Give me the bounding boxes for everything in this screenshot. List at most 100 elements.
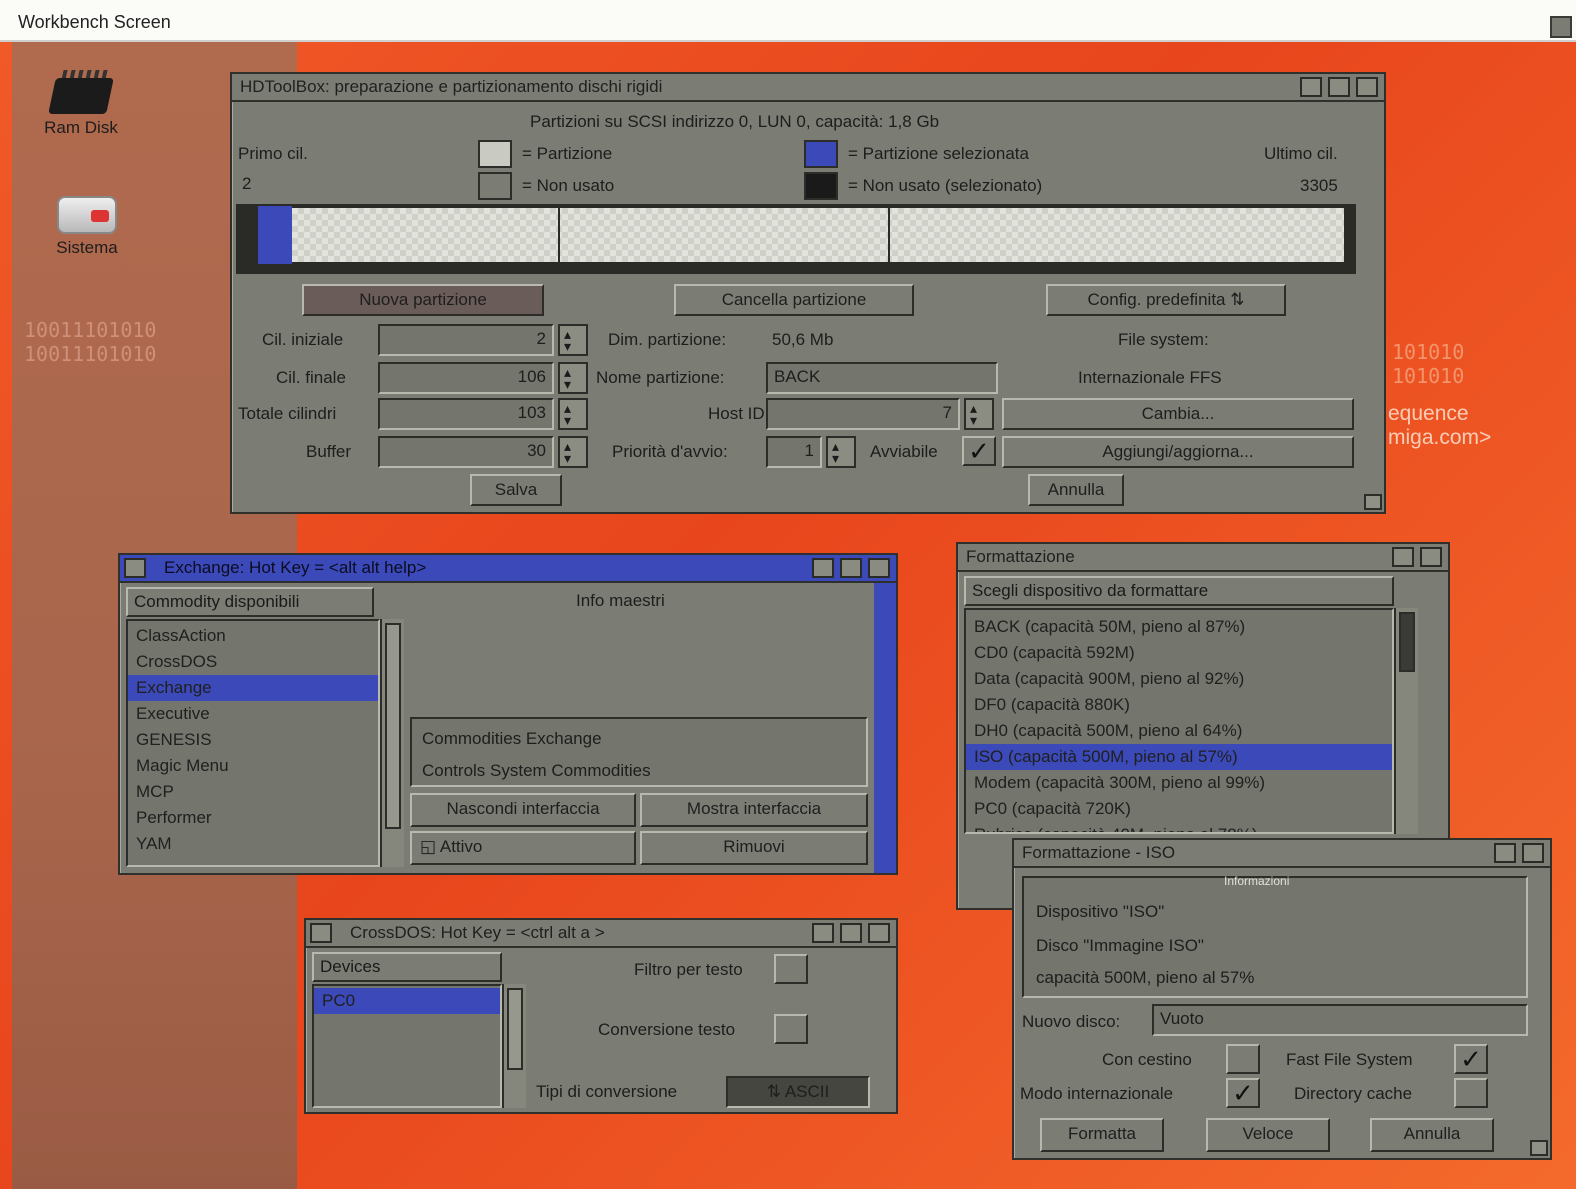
device-list[interactable]: BACK (capacità 50M, pieno al 87%) CD0 (c… [964,608,1394,834]
host-id-field[interactable]: 7 [766,398,960,430]
scrollbar-knob[interactable] [385,623,401,829]
list-item[interactable]: Data (capacità 900M, pieno al 92%) [966,666,1392,692]
list-item[interactable]: DF0 (capacità 880K) [966,692,1392,718]
partition-info-text: Partizioni su SCSI indirizzo 0, LUN 0, c… [530,112,940,131]
list-item[interactable]: BACK (capacità 50M, pieno al 87%) [966,614,1392,640]
ram-disk-desktop-icon[interactable]: Ram Disk [26,78,136,138]
end-cyl-field[interactable]: 106 [378,362,554,394]
commodity-scrollbar[interactable] [380,619,404,867]
intl-checkbox[interactable]: ✓ [1226,1078,1260,1108]
zoom-icon[interactable] [1494,843,1516,863]
list-item[interactable]: PC0 [314,988,500,1014]
boot-priority-field[interactable]: 1 [766,436,822,468]
active-label: Attivo [439,837,483,856]
quick-format-button[interactable]: Veloce [1206,1118,1330,1152]
end-cyl-spinner[interactable] [558,362,588,394]
iconify-icon[interactable] [812,558,834,578]
list-item[interactable]: ISO (capacità 500M, pieno al 57%) [966,744,1392,770]
delete-partition-button[interactable]: Cancella partizione [674,284,914,316]
scrollbar-knob[interactable] [1399,612,1415,672]
partition-divider [558,208,560,262]
cancel-button[interactable]: Annulla [1370,1118,1494,1152]
device-scrollbar[interactable] [1394,608,1418,834]
depth-icon[interactable] [1356,77,1378,97]
total-cyl-spinner[interactable] [558,398,588,430]
depth-icon[interactable] [868,558,890,578]
list-item[interactable]: Magic Menu [128,753,378,779]
list-item[interactable]: Executive [128,701,378,727]
crossdos-title-bar[interactable]: CrossDOS: Hot Key = <ctrl alt a > [306,920,896,948]
close-icon[interactable] [310,923,332,943]
cancel-button[interactable]: Annulla [1028,474,1124,506]
partition-area[interactable] [292,208,1344,262]
trashcan-checkbox[interactable] [1226,1044,1260,1074]
show-interface-button[interactable]: Mostra interfaccia [640,793,868,827]
list-item[interactable]: GENESIS [128,727,378,753]
hdtoolbox-title-bar[interactable]: HDToolBox: preparazione e partizionament… [232,74,1384,102]
resize-icon[interactable] [1364,494,1382,510]
screen-depth-icon[interactable] [1550,16,1572,38]
buffer-spinner[interactable] [558,436,588,468]
devices-scrollbar[interactable] [502,984,526,1108]
new-partition-button[interactable]: Nuova partizione [302,284,544,316]
dircache-checkbox[interactable] [1454,1078,1488,1108]
zoom-icon[interactable] [1328,77,1350,97]
list-item[interactable]: PC0 (capacità 720K) [966,796,1392,822]
filter-checkbox[interactable] [774,954,808,984]
screen-title-bar: Workbench Screen [0,0,1576,42]
total-cyl-field[interactable]: 103 [378,398,554,430]
bootable-checkbox[interactable]: ✓ [962,436,996,466]
start-cyl-spinner[interactable] [558,324,588,356]
iconify-icon[interactable] [1300,77,1322,97]
list-item[interactable]: YAM [128,831,378,857]
exchange-title-bar[interactable]: Exchange: Hot Key = <alt alt help> [120,555,896,583]
sistema-desktop-icon[interactable]: Sistema [32,196,142,258]
list-item[interactable]: DH0 (capacità 500M, pieno al 64%) [966,718,1392,744]
devices-list[interactable]: PC0 [312,984,502,1108]
resize-icon[interactable] [1530,1140,1548,1156]
info-line: Dispositivo "ISO" [1036,902,1165,921]
save-button[interactable]: Salva [470,474,562,506]
hdtoolbox-window: HDToolBox: preparazione e partizionament… [230,72,1386,514]
remove-button[interactable]: Rimuovi [640,831,868,865]
zoom-icon[interactable] [840,923,862,943]
list-item[interactable]: Modem (capacità 300M, pieno al 99%) [966,770,1392,796]
list-item[interactable]: Exchange [128,675,378,701]
depth-icon[interactable] [1522,843,1544,863]
screen-title: Workbench Screen [18,12,171,32]
selected-partition-block[interactable] [258,206,292,264]
close-icon[interactable] [124,558,146,578]
depth-icon[interactable] [868,923,890,943]
part-name-field[interactable]: BACK [766,362,998,394]
depth-icon[interactable] [1420,547,1442,567]
buffer-field[interactable]: 30 [378,436,554,468]
format-title-bar[interactable]: Formattazione [958,544,1448,572]
zoom-icon[interactable] [840,558,862,578]
list-item[interactable]: ClassAction [128,623,378,649]
zoom-icon[interactable] [1392,547,1414,567]
list-item[interactable]: CD0 (capacità 592M) [966,640,1392,666]
partition-map[interactable] [236,204,1356,274]
hide-interface-button[interactable]: Nascondi interfaccia [410,793,636,827]
list-item[interactable]: MCP [128,779,378,805]
default-config-button[interactable]: Config. predefinita ⇅ [1046,284,1286,316]
active-toggle[interactable]: ◱ Attivo [410,831,636,865]
host-id-spinner[interactable] [964,398,994,430]
ffs-checkbox[interactable]: ✓ [1454,1044,1488,1074]
commodity-list[interactable]: ClassAction CrossDOS Exchange Executive … [126,619,380,867]
list-item[interactable]: CrossDOS [128,649,378,675]
conversion-checkbox[interactable] [774,1014,808,1044]
scrollbar-knob[interactable] [507,988,523,1070]
add-update-fs-button[interactable]: Aggiungi/aggiorna... [1002,436,1354,468]
change-fs-button[interactable]: Cambia... [1002,398,1354,430]
format-iso-title-bar[interactable]: Formattazione - ISO [1014,840,1550,868]
conversion-type-cycle[interactable]: ⇅ ASCII [726,1076,870,1108]
format-button[interactable]: Formatta [1040,1118,1164,1152]
list-item[interactable]: Performer [128,805,378,831]
devices-list-header: Devices [312,952,502,982]
list-item[interactable]: Rubrica (capacità 40M, pieno al 78%) [966,822,1392,832]
new-name-field[interactable]: Vuoto [1152,1004,1528,1036]
iconify-icon[interactable] [812,923,834,943]
boot-priority-spinner[interactable] [826,436,856,468]
start-cyl-field[interactable]: 2 [378,324,554,356]
